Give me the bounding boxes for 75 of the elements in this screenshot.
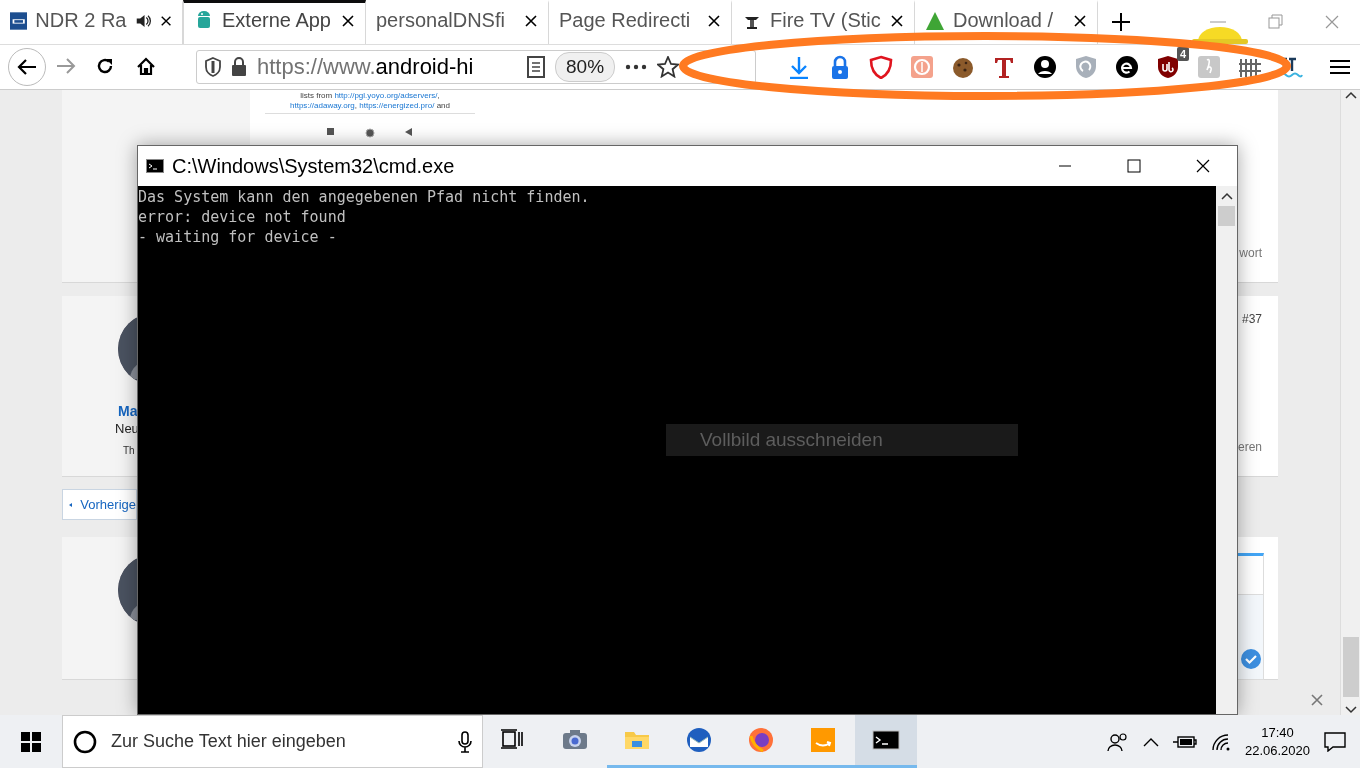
windows-logo-icon	[21, 731, 41, 752]
browser-tab[interactable]: Externe App	[183, 0, 366, 44]
circle-icon	[73, 729, 97, 754]
scroll-thumb[interactable]	[1218, 206, 1235, 226]
wifi-icon[interactable]	[1210, 732, 1231, 751]
close-icon[interactable]	[707, 13, 721, 28]
notification-icon[interactable]	[1324, 731, 1346, 752]
circle-icon	[365, 128, 375, 138]
link[interactable]: https://adaway.org	[290, 101, 355, 110]
caret-icon	[69, 500, 73, 509]
close-icon[interactable]	[341, 13, 355, 28]
clock-time[interactable]: 17:40	[1261, 723, 1294, 742]
search-input[interactable]: Zur Suche Text hier eingeben	[109, 730, 446, 753]
download-icon[interactable]	[787, 55, 811, 79]
cookie-icon[interactable]	[951, 55, 975, 79]
user-circle-icon[interactable]	[1033, 55, 1057, 79]
search-box[interactable]: Zur Suche Text hier eingeben	[62, 715, 483, 768]
caret-up-icon[interactable]	[1142, 736, 1159, 747]
triangle-icon	[405, 128, 413, 136]
square-icon	[327, 128, 335, 136]
post-number[interactable]: #37	[1241, 312, 1262, 326]
scroll-thumb[interactable]	[1342, 637, 1359, 697]
battery-plug-icon[interactable]	[1172, 734, 1197, 749]
ublock-icon[interactable]	[1156, 55, 1180, 79]
close-icon[interactable]	[1194, 158, 1211, 174]
url-text: https://www.android-hi	[257, 54, 475, 80]
close-icon[interactable]	[159, 13, 172, 28]
link[interactable]: https://energized.pro/	[359, 101, 435, 110]
microphone-icon[interactable]	[458, 730, 472, 753]
previous-button[interactable]: Vorherige	[62, 489, 137, 520]
taskbar-app[interactable]	[855, 715, 917, 768]
console-line: error: device not found	[138, 207, 347, 227]
user-info: Th	[123, 445, 135, 456]
clock-date[interactable]: 22.06.2020	[1244, 741, 1310, 760]
hard-hat-drawing	[1190, 27, 1250, 44]
zoom-level-button[interactable]: 80%	[555, 52, 616, 82]
new-tab-icon[interactable]	[1112, 13, 1130, 31]
tooltip: Vollbild ausschneiden	[666, 424, 1018, 456]
people-icon[interactable]	[1106, 731, 1129, 752]
reply-link[interactable]: wort	[1239, 246, 1262, 260]
shield-icon[interactable]	[869, 55, 893, 79]
smile-box-icon	[810, 727, 838, 753]
window-title: C:\Windows\System32\cmd.exe	[172, 154, 455, 178]
close-icon[interactable]	[890, 13, 904, 28]
more-icon[interactable]	[625, 64, 648, 70]
maximize-icon[interactable]	[1125, 158, 1142, 174]
lock-icon	[231, 57, 247, 77]
console-line: - waiting for device -	[138, 227, 338, 247]
close-icon[interactable]	[524, 13, 538, 28]
back-arrow-icon	[17, 58, 37, 76]
address-bar[interactable]: https://www.android-hi 80%	[196, 50, 756, 84]
scroll-down-icon[interactable]	[1344, 705, 1357, 715]
menu-icon[interactable]	[1330, 59, 1350, 75]
terminal-icon	[146, 159, 164, 173]
terminal-icon	[872, 727, 900, 753]
reader-view-icon[interactable]	[527, 56, 545, 78]
shield-icon	[205, 57, 221, 77]
serif-letter-icon[interactable]	[992, 55, 1016, 79]
e-circle-icon[interactable]	[1115, 55, 1139, 79]
scrollbar[interactable]	[1216, 186, 1237, 714]
close-icon[interactable]	[1073, 13, 1087, 28]
scrollbar[interactable]	[1340, 90, 1360, 715]
triangle-logo-icon	[925, 10, 945, 31]
fox-globe-icon	[748, 727, 776, 753]
bird-envelope-icon	[686, 727, 714, 753]
count-badge: 4	[1176, 47, 1189, 61]
home-icon[interactable]	[136, 57, 156, 77]
check-icon	[1241, 649, 1261, 669]
post-text: lists from http://pgl.yoyo.org/adservers/, https://adaway.org, https://energized.pro/ and	[265, 91, 475, 114]
username-link[interactable]: Ma	[118, 403, 138, 419]
scroll-up-icon[interactable]	[1344, 90, 1357, 100]
console-line: Das System kann den angegebenen Pfad nicht finden.	[138, 187, 591, 207]
link[interactable]: http://pgl.yoyo.org/adservers/	[334, 91, 438, 100]
post-action[interactable]: eren	[1237, 440, 1262, 454]
star-icon[interactable]	[657, 56, 680, 78]
